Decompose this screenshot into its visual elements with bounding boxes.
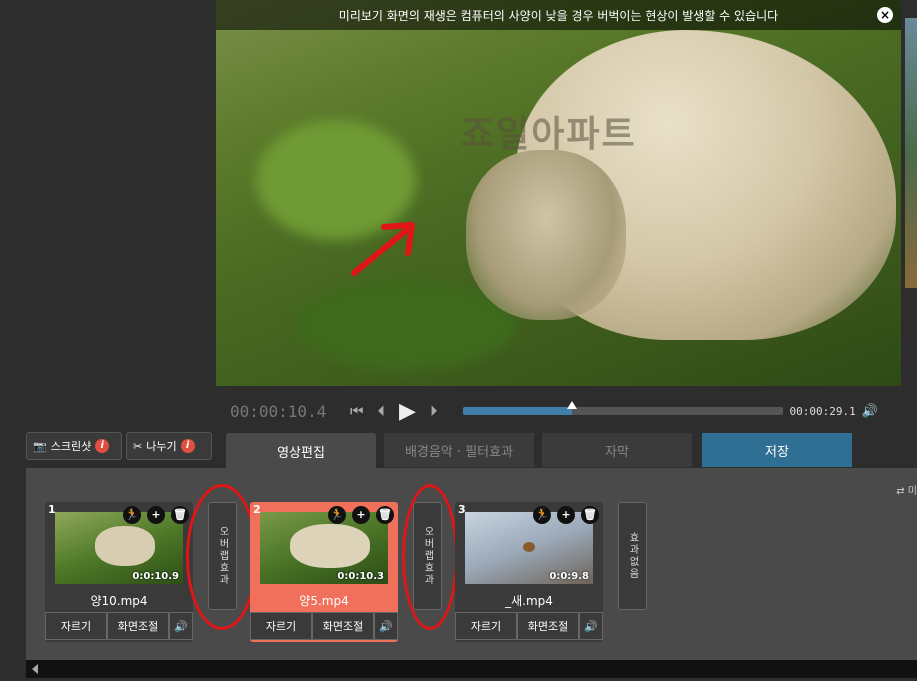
volume-icon[interactable]: 🔊 [579, 612, 603, 640]
clip-icon-group: 🏃 + 🗑 [533, 506, 599, 524]
tab-subtitle[interactable]: 자막 [542, 433, 692, 467]
tab-save[interactable]: 저장 [702, 433, 852, 467]
clip-icon-group: 🏃 + 🗑 [123, 506, 189, 524]
cut-button[interactable]: 자르기 [455, 612, 517, 640]
running-icon[interactable]: 🏃 [328, 506, 346, 524]
red-circle-annotation [186, 484, 258, 630]
red-arrow-annotation [351, 222, 415, 276]
info-icon[interactable]: i [180, 439, 195, 453]
adjust-screen-button[interactable]: 화면조절 [107, 612, 169, 640]
add-icon[interactable]: + [557, 506, 575, 524]
seek-bar[interactable] [463, 401, 784, 415]
add-icon[interactable]: + [147, 506, 165, 524]
screenshot-button[interactable]: 📷 스크린샷 i [26, 432, 122, 460]
clip-filename: 양10.mp4 [90, 594, 148, 608]
add-icon[interactable]: + [352, 506, 370, 524]
camera-icon: 📷 [33, 439, 47, 453]
split-button[interactable]: ✂ 나누기 i [126, 432, 212, 460]
total-time: 00:00:29.1 [789, 404, 856, 418]
clip-icon-group: 🏃 + 🗑 [328, 506, 394, 524]
clip-actions: 자르기 화면조절 🔊 [455, 612, 603, 640]
clip-filename: _새.mp4 [505, 594, 553, 608]
running-icon[interactable]: 🏃 [533, 506, 551, 524]
bird-thumbnail-shape [523, 542, 535, 552]
clip-card[interactable]: 3 0:0:9.8 🏃 + 🗑 _새.mp4 자르기 화면조절 🔊 [455, 502, 603, 642]
transition-button[interactable]: 효과없음 [618, 502, 647, 610]
scissors-icon: ✂ [133, 439, 143, 453]
clip-card[interactable]: 2 0:0:10.3 🏃 + 🗑 양5.mp4 자르기 화면조절 🔊 [250, 502, 398, 642]
adjust-screen-button[interactable]: 화면조절 [312, 612, 374, 640]
swap-order-button[interactable]: ⇄ 미 [896, 482, 917, 497]
cut-button[interactable]: 자르기 [250, 612, 312, 640]
watermark-text: 죠일아파트 [461, 114, 637, 155]
adjust-screen-button[interactable]: 화면조절 [517, 612, 579, 640]
seek-bar-fill [463, 407, 573, 415]
volume-icon[interactable]: 🔊 [169, 612, 193, 640]
clip-card[interactable]: 1 0:0:10.9 🏃 + 🗑 양10.mp4 자르기 화면조절 🔊 [45, 502, 193, 642]
step-forward-icon[interactable]: ⏵ [430, 402, 438, 420]
running-icon[interactable]: 🏃 [123, 506, 141, 524]
close-icon[interactable]: × [877, 7, 893, 23]
screenshot-label: 스크린샷 [50, 440, 92, 453]
clip-filename: 양5.mp4 [299, 594, 349, 608]
cut-button[interactable]: 자르기 [45, 612, 107, 640]
volume-icon[interactable]: 🔊 [374, 612, 398, 640]
play-icon[interactable]: ▶ [399, 399, 416, 424]
playback-controls: 00:00:10.4 ⏮ ⏴ ▶ ⏵ 00:00:29.1 🔊 [216, 392, 901, 430]
clip-actions: 자르기 화면조절 🔊 [250, 612, 398, 640]
split-label: 나누기 [146, 440, 177, 453]
volume-icon[interactable]: 🔊 [862, 404, 878, 419]
skip-start-icon[interactable]: ⏮ [350, 402, 364, 420]
trash-icon[interactable]: 🗑 [171, 506, 189, 524]
current-time: 00:00:10.4 [230, 401, 327, 421]
tab-music-filter[interactable]: 배경음악 · 필터효과 [384, 433, 534, 467]
trash-icon[interactable]: 🗑 [581, 506, 599, 524]
clip-duration: 0:0:10.3 [337, 571, 384, 582]
step-back-icon[interactable]: ⏴ [378, 402, 386, 420]
scroll-left-arrow-icon[interactable] [32, 664, 38, 674]
clip-timeline: ⇄ 미 1 0:0:10.9 🏃 + 🗑 양10.mp4 자르기 화면조절 🔊 … [26, 468, 917, 660]
background-window-edge [905, 18, 917, 288]
preview-notice-text: 미리보기 화면의 재생은 컴퓨터의 사양이 낮을 경우 버벅이는 현상이 발생할… [338, 8, 779, 23]
video-editor: 죠일아파트 미리보기 화면의 재생은 컴퓨터의 사양이 낮을 경우 버벅이는 현… [0, 0, 917, 681]
red-circle-annotation [402, 484, 458, 630]
clip-duration: 0:0:9.8 [549, 571, 589, 582]
clip-actions: 자르기 화면조절 🔊 [45, 612, 193, 640]
clip-duration: 0:0:10.9 [132, 571, 179, 582]
trash-icon[interactable]: 🗑 [376, 506, 394, 524]
sheep-head-image [466, 150, 626, 320]
sheep-thumbnail-shape [290, 524, 370, 568]
tab-video-edit[interactable]: 영상편집 [226, 433, 376, 469]
timeline-scrollbar[interactable] [26, 660, 917, 678]
video-preview[interactable]: 죠일아파트 미리보기 화면의 재생은 컴퓨터의 사양이 낮을 경우 버벅이는 현… [216, 0, 901, 386]
preview-notice-bar: 미리보기 화면의 재생은 컴퓨터의 사양이 낮을 경우 버벅이는 현상이 발생할… [216, 0, 901, 30]
sheep-thumbnail-shape [95, 526, 155, 566]
seek-knob[interactable] [567, 401, 578, 409]
info-icon[interactable]: i [95, 439, 110, 453]
